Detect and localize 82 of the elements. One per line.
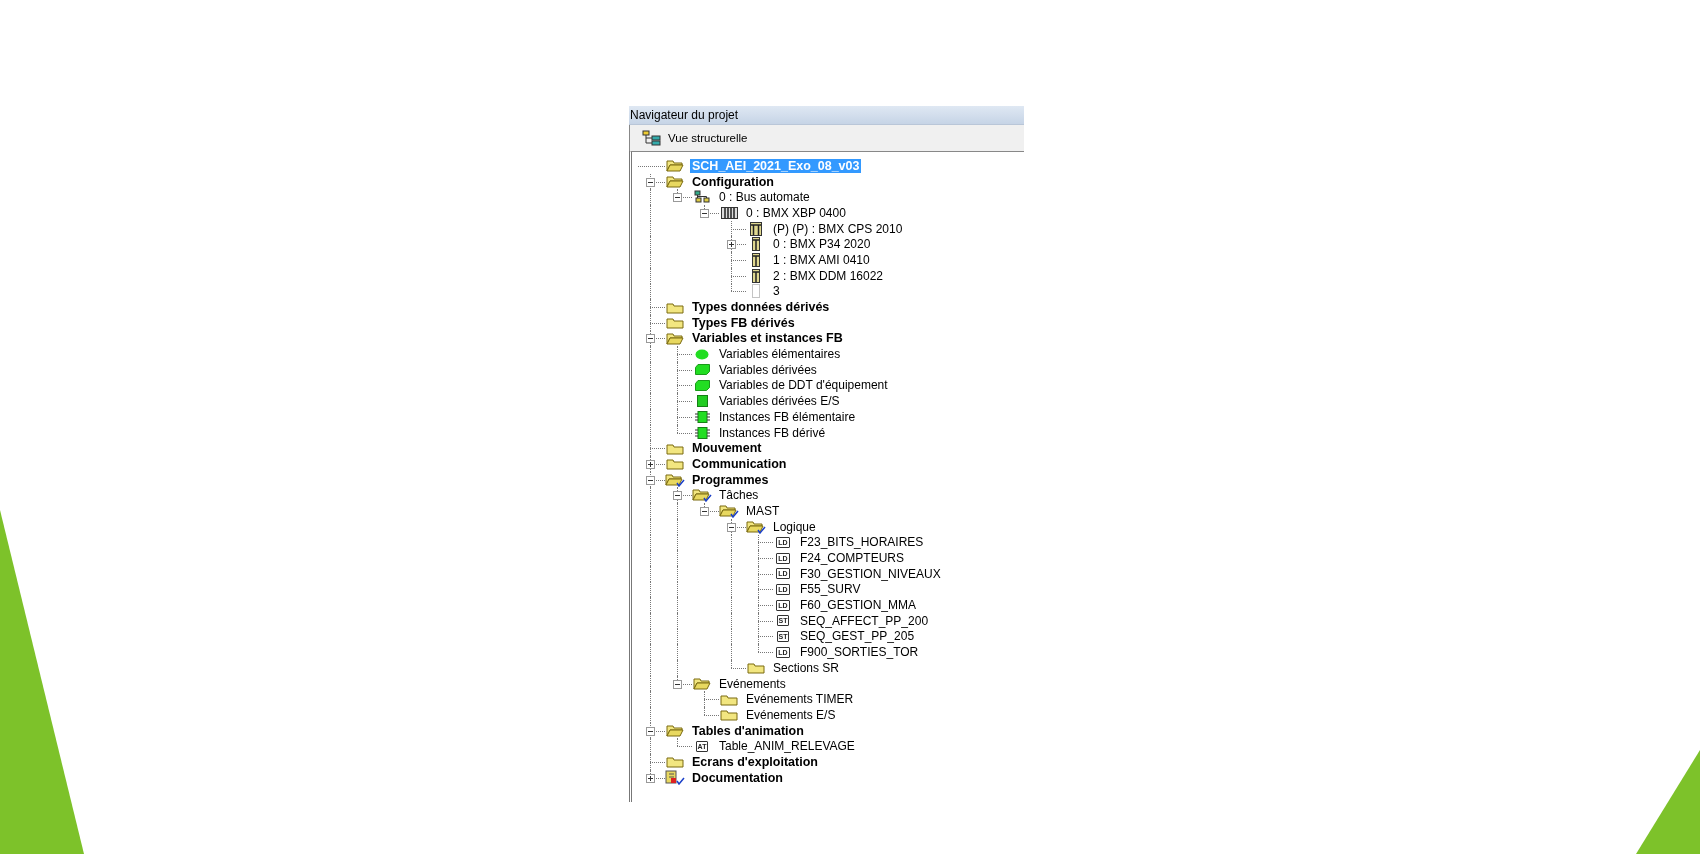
collapse-toggle[interactable] xyxy=(646,334,655,344)
folder-icon xyxy=(666,316,684,330)
collapse-toggle[interactable] xyxy=(673,679,682,689)
folder-icon xyxy=(666,755,684,769)
tree-item[interactable]: 1 : BMX AMI 0410 xyxy=(771,252,872,267)
tree-item[interactable]: Programmes xyxy=(690,472,771,487)
tree-item[interactable]: F900_SORTIES_TOR xyxy=(798,645,921,660)
open-folder-icon xyxy=(693,677,711,691)
open-folder-tick-icon xyxy=(746,519,766,534)
tree-item[interactable]: Communication xyxy=(690,456,789,471)
rack-icon xyxy=(720,206,738,219)
double-module-icon xyxy=(750,221,762,236)
tree-item[interactable]: F30_GESTION_NIVEAUX xyxy=(798,566,943,581)
tree-item[interactable]: F55_SURV xyxy=(798,582,863,597)
tree-view-icon[interactable] xyxy=(642,130,662,146)
tree-item[interactable]: Types données dérivés xyxy=(690,300,832,315)
expand-toggle[interactable] xyxy=(727,240,736,250)
tree-item[interactable]: Logique xyxy=(771,519,818,534)
tree-item[interactable]: Variables et instances FB xyxy=(690,331,845,346)
tree-item[interactable]: 3 xyxy=(771,284,782,299)
tree-item[interactable]: Variables dérivées E/S xyxy=(717,394,842,409)
chip-icon xyxy=(694,410,710,423)
folder-icon xyxy=(747,661,765,675)
folder-icon xyxy=(666,300,684,314)
collapse-toggle[interactable] xyxy=(673,193,682,203)
tree-item[interactable]: Configuration xyxy=(690,174,776,189)
data-block-icon xyxy=(694,364,710,376)
ellipse-icon xyxy=(695,348,709,360)
tree-item[interactable]: Evénements E/S xyxy=(744,707,838,722)
tree-item[interactable]: Evénements xyxy=(717,676,788,691)
tree-item[interactable]: Variables dérivées xyxy=(717,362,819,377)
tree-item[interactable]: Variables élémentaires xyxy=(717,347,843,362)
open-folder-icon xyxy=(666,724,684,738)
collapse-toggle[interactable] xyxy=(727,522,736,532)
tree-item[interactable]: SEQ_AFFECT_PP_200 xyxy=(798,613,931,628)
open-folder-tick-icon xyxy=(692,488,712,503)
open-folder-tick-icon xyxy=(665,472,685,487)
collapse-toggle[interactable] xyxy=(646,475,655,485)
tree-item[interactable]: 0 : BMX P34 2020 xyxy=(771,237,873,252)
tree-item[interactable]: Instances FB dérivé xyxy=(717,425,828,440)
tree-item[interactable]: Evénements TIMER xyxy=(744,692,856,707)
open-folder-icon xyxy=(666,175,684,189)
tree-item[interactable]: Table_ANIM_RELEVAGE xyxy=(717,739,857,754)
tree-item[interactable]: Mouvement xyxy=(690,441,764,456)
tree-item[interactable]: Ecrans d'exploitation xyxy=(690,754,820,769)
tree-item[interactable]: Sections SR xyxy=(771,660,842,675)
folder-icon xyxy=(666,457,684,471)
tree-item[interactable]: 0 : BMX XBP 0400 xyxy=(744,205,848,220)
tree-item[interactable]: F23_BITS_HORAIRES xyxy=(798,535,926,550)
collapse-toggle[interactable] xyxy=(646,726,655,736)
open-folder-icon xyxy=(666,331,684,345)
documentation-icon xyxy=(665,770,685,786)
expand-toggle[interactable] xyxy=(646,773,655,783)
folder-icon xyxy=(720,708,738,722)
chip-icon xyxy=(694,426,710,439)
tree-item[interactable]: Tâches xyxy=(717,488,761,503)
network-icon xyxy=(693,190,711,205)
tree-item[interactable]: 2 : BMX DDM 16022 xyxy=(771,268,886,283)
open-folder-tick-icon xyxy=(719,503,739,518)
tree-item[interactable]: Instances FB élémentaire xyxy=(717,409,858,424)
collapse-toggle[interactable] xyxy=(700,506,709,516)
tree-item[interactable]: 0 : Bus automate xyxy=(717,190,812,205)
collapse-toggle[interactable] xyxy=(673,491,682,501)
tree-item[interactable]: SEQ_GEST_PP_205 xyxy=(798,629,917,644)
open-folder-icon xyxy=(666,159,684,173)
collapse-toggle[interactable] xyxy=(646,177,655,187)
tree-item[interactable]: MAST xyxy=(744,503,782,518)
view-label: Vue structurelle xyxy=(668,132,748,144)
tree-item[interactable]: Tables d'animation xyxy=(690,723,806,738)
collapse-toggle[interactable] xyxy=(700,208,709,218)
tree-item[interactable]: Variables de DDT d'équipement xyxy=(717,378,890,393)
panel-title: Navigateur du projet xyxy=(629,106,1024,125)
tree-item[interactable]: Documentation xyxy=(690,770,785,785)
tree-item[interactable]: F24_COMPTEURS xyxy=(798,551,907,566)
folder-icon xyxy=(720,692,738,706)
data-block-icon xyxy=(694,379,710,391)
tree-item[interactable]: Types FB dérivés xyxy=(690,315,797,330)
expand-toggle[interactable] xyxy=(646,459,655,469)
folder-icon xyxy=(666,441,684,455)
tree-item[interactable]: (P) (P) : BMX CPS 2010 xyxy=(771,221,905,236)
square-icon xyxy=(696,395,708,408)
tree-item[interactable]: F60_GESTION_MMA xyxy=(798,598,919,613)
